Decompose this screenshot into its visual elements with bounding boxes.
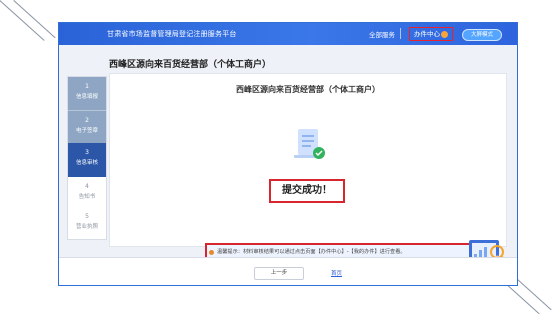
step-4: 4 告知书 xyxy=(68,177,106,207)
card-title: 西峰区源向来百货经营部（个体工商户） xyxy=(236,85,380,94)
result-card: 西峰区源向来百货经营部（个体工商户） 提交成功！ 温馨提示：材料审核结果可以通过… xyxy=(109,73,509,274)
success-message: 提交成功！ xyxy=(269,179,345,203)
browser-frame: 甘肃省市场监督管理局登记注册服务平台 全部服务 办件中心 大屏模式 西峰区源向来… xyxy=(58,22,518,286)
step-label: 信息填报 xyxy=(75,94,98,100)
step-1[interactable]: 1 信息填报 xyxy=(68,77,106,110)
step-number: 2 xyxy=(85,117,89,124)
step-label: 告知书 xyxy=(78,194,96,200)
previous-step-button[interactable]: 上一步 xyxy=(254,267,304,280)
step-number: 5 xyxy=(85,213,89,220)
home-link[interactable]: 首页 xyxy=(331,269,342,277)
nav-divider xyxy=(400,28,401,39)
step-3[interactable]: 3 信息审核 xyxy=(68,143,106,177)
step-2[interactable]: 2 电子签章 xyxy=(68,110,106,143)
notification-badge-icon xyxy=(441,30,448,38)
step-sidebar: 1 信息填报 2 电子签章 3 信息审核 4 告知书 5 营业执照 xyxy=(67,76,107,240)
corner-decoration-top-left xyxy=(0,0,45,41)
nav-all-services[interactable]: 全部服务 xyxy=(369,29,395,39)
large-screen-mode-button[interactable]: 大屏模式 xyxy=(462,29,502,41)
top-navbar: 甘肃省市场监督管理局登记注册服务平台 全部服务 办件中心 大屏模式 xyxy=(59,23,517,45)
step-number: 1 xyxy=(85,83,89,90)
step-label: 电子签章 xyxy=(75,128,98,134)
nav-office-label: 办件中心 xyxy=(414,30,440,38)
step-label: 信息审核 xyxy=(75,160,98,166)
page-title: 西峰区源向来百货经营部（个体工商户） xyxy=(109,60,272,70)
tip-text: 温馨提示：材料审核结果可以通过点击页面【办件中心】-【我的办件】进行查看。 xyxy=(217,249,406,255)
step-5: 5 营业执照 xyxy=(68,207,106,237)
step-label: 营业执照 xyxy=(75,224,98,230)
info-dot-icon xyxy=(209,250,214,255)
document-check-icon xyxy=(294,129,325,159)
step-number: 4 xyxy=(85,183,89,190)
footer-bar: 上一步 首页 xyxy=(59,257,517,285)
nav-office-center[interactable]: 办件中心 xyxy=(409,27,453,41)
step-number: 3 xyxy=(85,149,89,156)
site-title[interactable]: 甘肃省市场监督管理局登记注册服务平台 xyxy=(107,29,237,39)
